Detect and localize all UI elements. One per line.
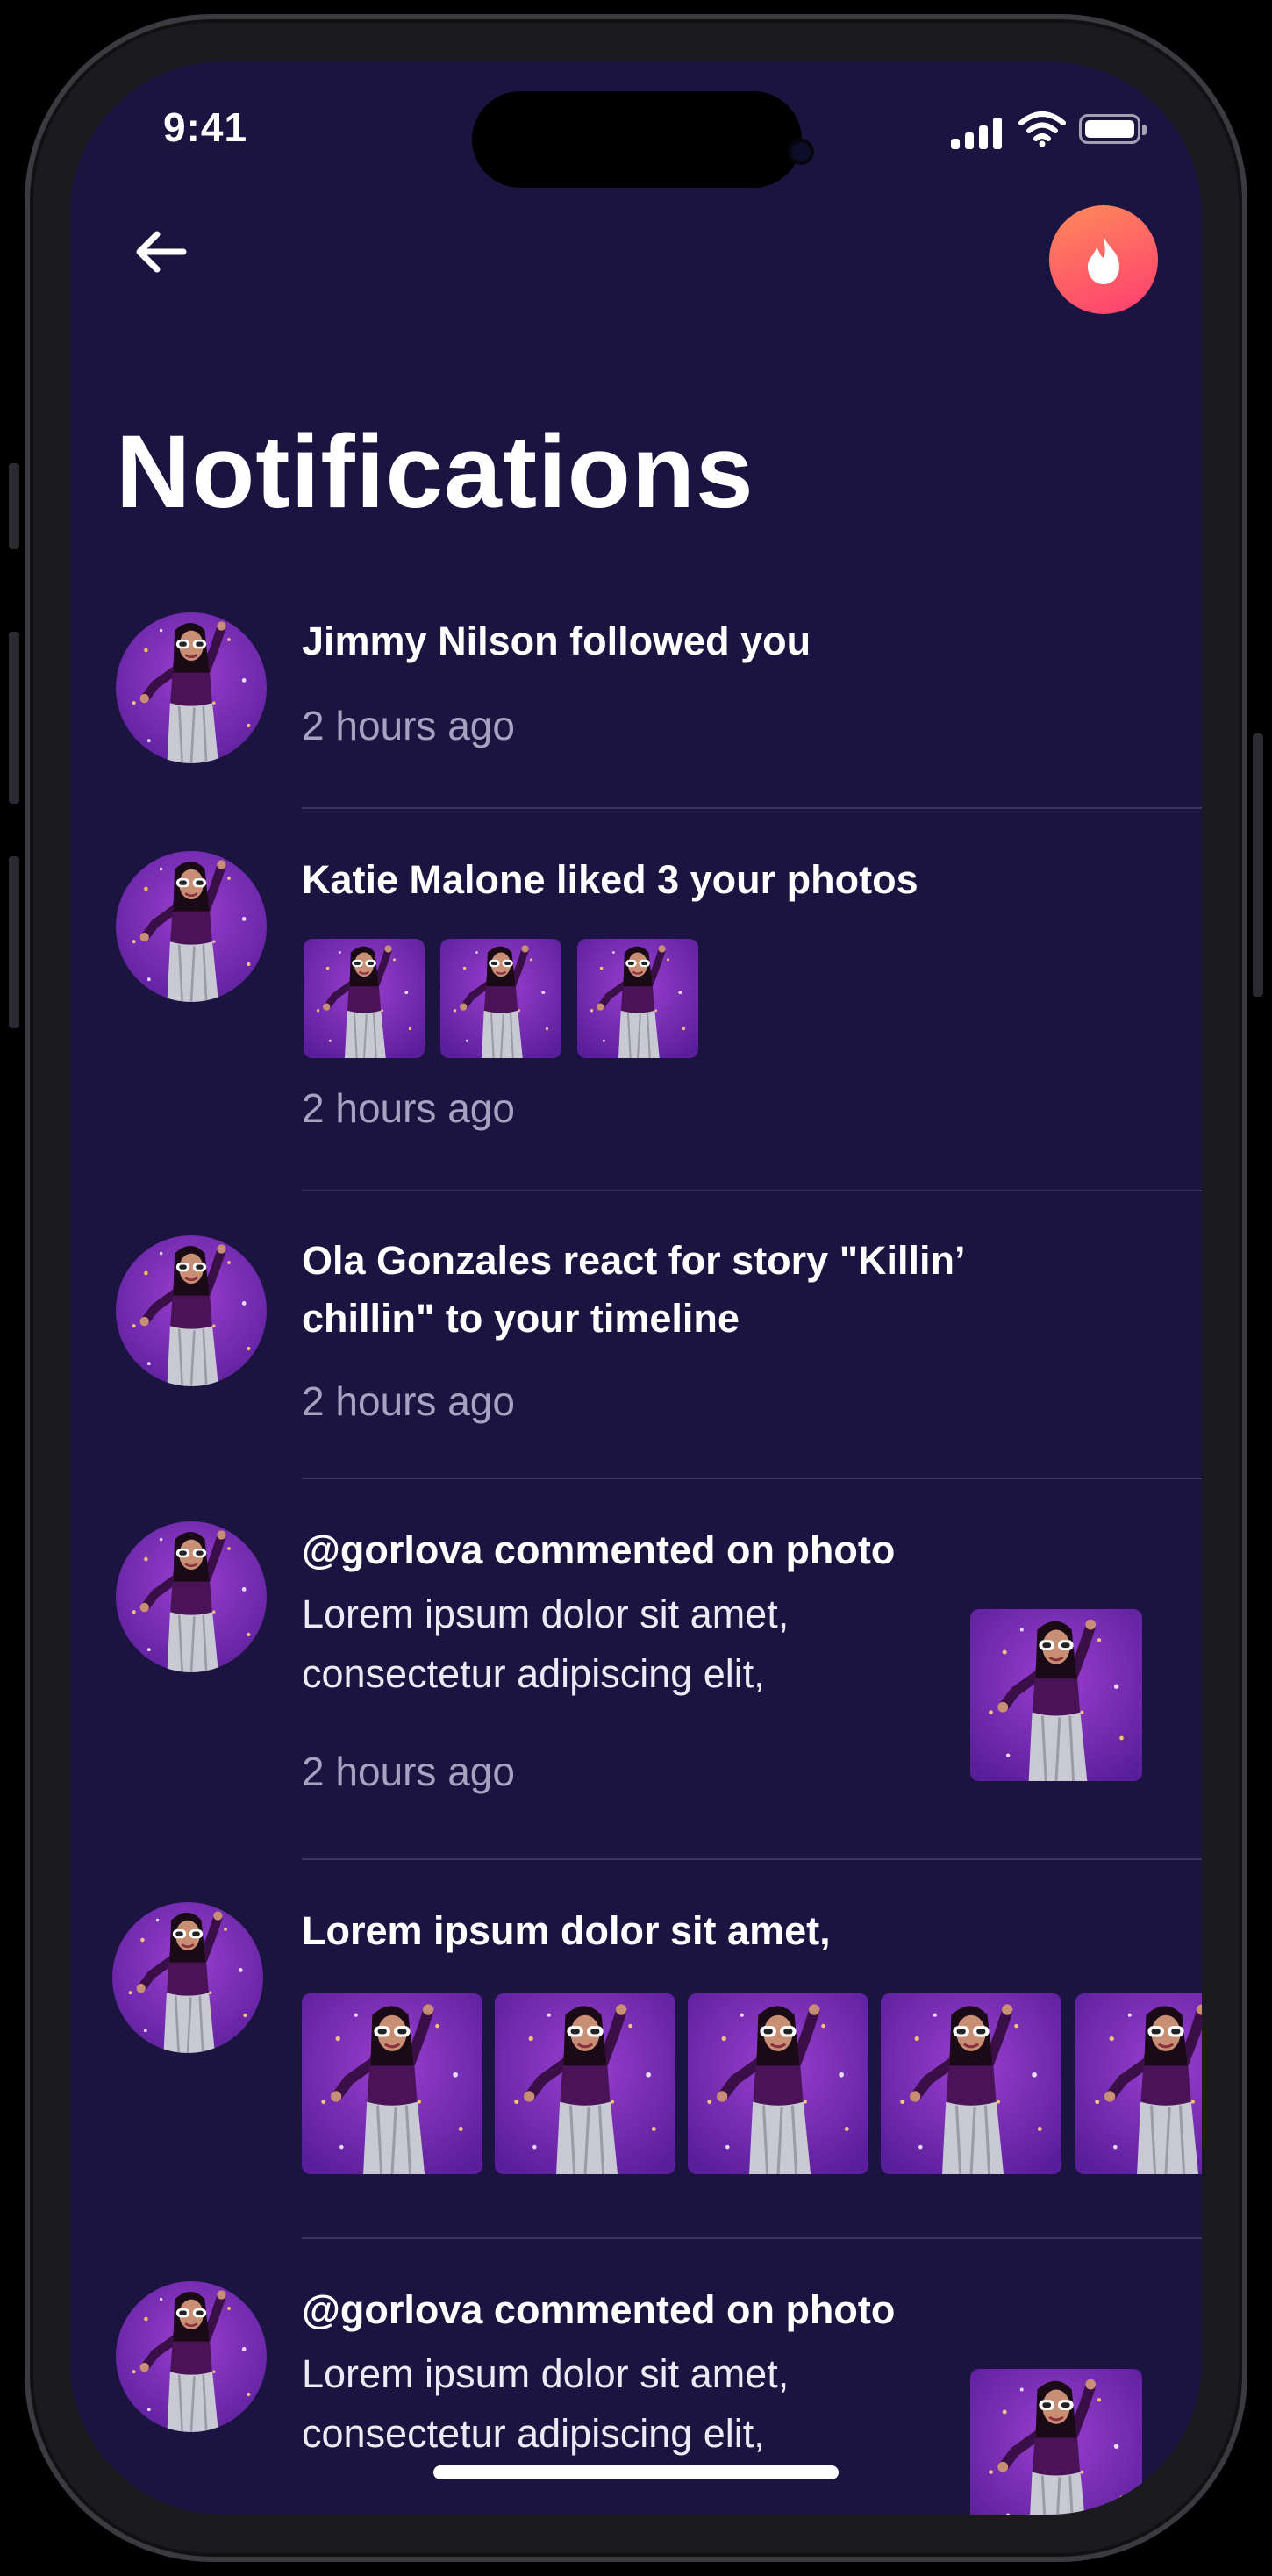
avatar[interactable] <box>116 612 267 763</box>
status-time: 9:41 <box>163 104 248 150</box>
fire-icon <box>1088 235 1119 284</box>
divider <box>302 807 1202 809</box>
notification-title: Lorem ipsum dolor sit amet, <box>302 1908 831 1953</box>
notification-time: 2 hours ago <box>302 1749 515 1794</box>
back-button[interactable] <box>121 212 200 291</box>
liked-photo-thumbnail[interactable] <box>304 939 425 1058</box>
notification-title: Ola Gonzales react for story "Killin’ ch… <box>302 1238 964 1341</box>
battery-icon <box>1079 114 1147 144</box>
status-icons <box>951 111 1153 149</box>
photo-thumbnail[interactable] <box>688 1993 868 2174</box>
wifi-icon <box>1018 111 1066 147</box>
cellular-signal-icon <box>951 118 1004 149</box>
page-title: Notifications <box>116 414 754 530</box>
avatar[interactable] <box>116 1235 267 1386</box>
dynamic-island <box>472 91 802 188</box>
divider <box>302 1858 1202 1860</box>
avatar[interactable] <box>112 1902 263 2053</box>
photo-thumbnail[interactable] <box>302 1993 482 2174</box>
photo-thumbnail[interactable] <box>495 1993 675 2174</box>
front-camera <box>791 142 811 161</box>
divider <box>302 1190 1202 1191</box>
volume-down-button <box>9 856 19 1028</box>
divider <box>302 1478 1202 1479</box>
silent-switch <box>9 463 19 549</box>
photo-thumbnail[interactable] <box>1075 1993 1202 2174</box>
avatar[interactable] <box>116 1521 267 1672</box>
liked-photo-thumbnail[interactable] <box>440 939 561 1058</box>
avatar[interactable] <box>116 2281 267 2432</box>
commented-photo-thumbnail[interactable] <box>970 2369 1142 2515</box>
notification-time: 2 hours ago <box>302 1378 515 1424</box>
fire-button[interactable] <box>1049 205 1158 314</box>
notification-title: @gorlova commented on photo <box>302 1528 896 1572</box>
notification-title: Katie Malone liked 3 your photos <box>302 857 918 902</box>
comment-text: Lorem ipsum dolor sit amet, consectetur … <box>302 1592 790 1696</box>
arrow-left-icon <box>136 231 187 273</box>
notification-time: 2 hours ago <box>302 1085 515 1131</box>
avatar[interactable] <box>116 851 267 1002</box>
home-indicator[interactable] <box>433 2465 839 2479</box>
comment-text: Lorem ipsum dolor sit amet, consectetur … <box>302 2351 790 2456</box>
divider <box>302 2237 1202 2239</box>
commented-photo-thumbnail[interactable] <box>970 1609 1142 1781</box>
liked-photo-thumbnail[interactable] <box>577 939 698 1058</box>
screen: 9:41 Notifications Jimmy Nilson followed… <box>70 61 1202 2515</box>
volume-up-button <box>9 632 19 804</box>
power-button <box>1253 733 1263 997</box>
notification-title: @gorlova commented on photo <box>302 2287 896 2332</box>
notification-time: 2 hours ago <box>302 703 515 748</box>
photo-thumbnail[interactable] <box>881 1993 1061 2174</box>
notification-title: Jimmy Nilson followed you <box>302 619 811 663</box>
